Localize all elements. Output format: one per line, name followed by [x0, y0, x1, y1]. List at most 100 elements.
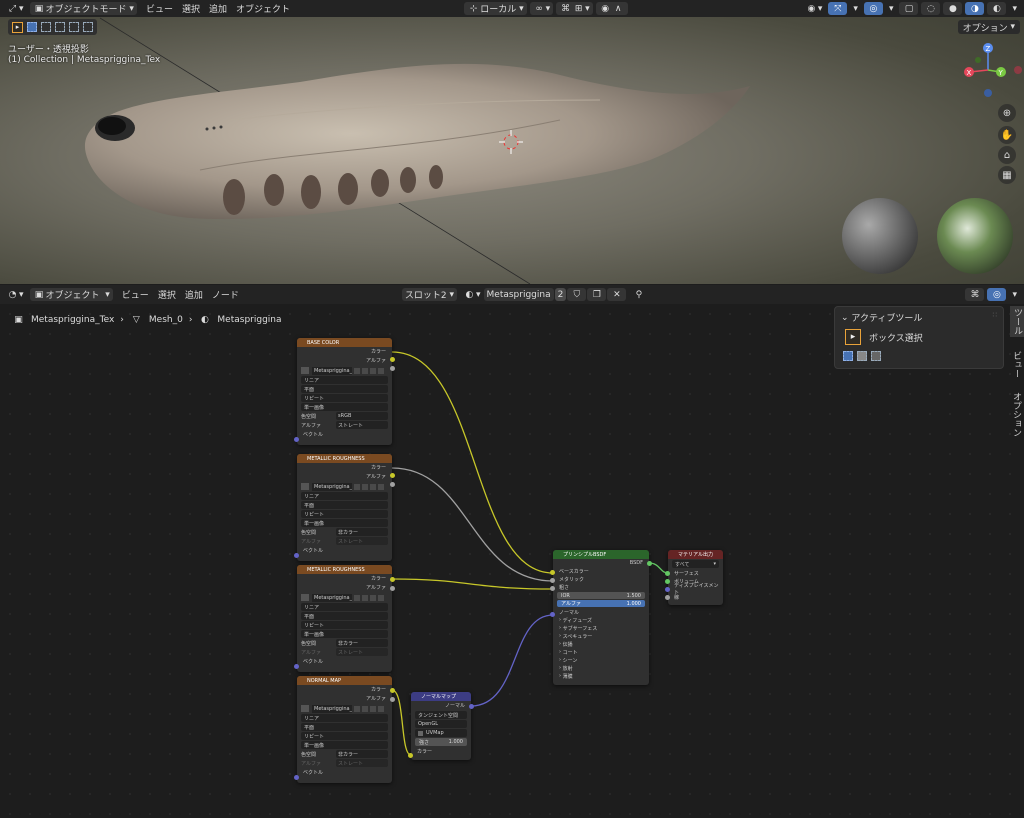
breadcrumb-object[interactable]: Metaspriggina_Tex	[31, 315, 114, 325]
alpha-slider[interactable]: アルファ 1.000	[557, 600, 645, 607]
socket-normal-out[interactable]	[469, 704, 474, 709]
ne-menu-view[interactable]: ビュー	[122, 288, 149, 301]
folder-icon[interactable]	[370, 483, 376, 490]
tab-tool[interactable]: ツール	[1010, 306, 1024, 337]
shading-wireframe[interactable]: ◌	[921, 2, 941, 15]
tab-view[interactable]: ビュー	[1010, 351, 1023, 378]
node-metallic-roughness-1[interactable]: METALLIC ROUGHNESS カラー アルファ Metaspriggin…	[294, 454, 395, 561]
tool-row[interactable]: ▸ ボックス選択	[843, 329, 923, 345]
interpolation-dropdown[interactable]: リニア	[301, 492, 388, 500]
socket-alpha-out[interactable]	[390, 366, 395, 371]
hand-icon[interactable]: ✋	[998, 126, 1016, 144]
duplicate-icon[interactable]	[362, 594, 368, 601]
projection-dropdown[interactable]: 平面	[301, 385, 388, 393]
node-base-color[interactable]: BASE COLOR カラー アルファ Metaspriggina_... リニ…	[294, 338, 395, 445]
space-dropdown[interactable]: タンジェント空間	[415, 711, 467, 719]
socket-volume-in[interactable]	[665, 579, 670, 584]
editor-type-button[interactable]: ⤢ ▾	[3, 2, 27, 15]
select-new-icon[interactable]	[27, 22, 37, 32]
panel-subsurface[interactable]: › サブサーフェス	[553, 624, 649, 632]
source-dropdown[interactable]: 単一画像	[301, 741, 388, 749]
node-header[interactable]: ノーマルマップ	[411, 692, 471, 701]
duplicate-icon[interactable]	[362, 367, 368, 374]
projection-dropdown[interactable]: 平面	[301, 501, 388, 509]
socket-displacement-in[interactable]	[665, 587, 670, 592]
socket-vector-in[interactable]	[294, 664, 299, 669]
snap-toggle-nodes[interactable]: ⌘	[965, 288, 985, 301]
menu-view[interactable]: ビュー	[146, 2, 173, 15]
node-header[interactable]: NORMAL MAP	[297, 676, 392, 685]
folder-icon[interactable]	[370, 367, 376, 374]
socket-color-out[interactable]	[390, 473, 395, 478]
socket-alpha-out[interactable]	[390, 586, 395, 591]
socket-vector-in[interactable]	[294, 553, 299, 558]
ne-menu-node[interactable]: ノード	[212, 288, 239, 301]
panel-diffuse[interactable]: › ディフューズ	[553, 616, 649, 624]
select-intersect-icon[interactable]	[83, 22, 93, 32]
close-icon[interactable]	[378, 594, 384, 601]
colorspace-dropdown[interactable]: 非カラー	[336, 639, 388, 647]
slot-dropdown[interactable]: スロット2 ▾	[401, 288, 457, 301]
convention-dropdown[interactable]: OpenGL	[415, 720, 467, 728]
node-metallic-roughness-2[interactable]: METALLIC ROUGHNESS カラー アルファ Metaspriggin…	[294, 565, 395, 672]
node-header[interactable]: METALLIC ROUGHNESS	[297, 454, 392, 463]
image-selector[interactable]: Metaspriggina_...	[301, 593, 388, 602]
node-header[interactable]: プリンシプルBSDF	[553, 550, 649, 559]
unlink-button[interactable]: ✕	[607, 288, 627, 301]
3d-viewport[interactable]: Z Y X ⤢ ▾ ▣ オブジェクトモード ▾ ビュー 選択 追加 オブジェクト ⊹…	[0, 0, 1024, 284]
select-subtract-icon[interactable]	[55, 22, 65, 32]
object-dropdown[interactable]: ▣ オブジェクト ▾	[29, 288, 113, 301]
shading-solid[interactable]: ●	[943, 2, 963, 15]
node-header[interactable]: METALLIC ROUGHNESS	[297, 565, 392, 574]
uv-map-field[interactable]: UVMap	[415, 729, 467, 737]
socket-color-out[interactable]	[390, 577, 395, 582]
socket-vector-in[interactable]	[294, 775, 299, 780]
shading-material[interactable]: ◑	[965, 2, 985, 15]
select-subtract-icon[interactable]	[871, 351, 881, 361]
select-extend-icon[interactable]	[857, 351, 867, 361]
node-header[interactable]: マテリアル出力	[668, 550, 723, 559]
transform-orientation-dropdown[interactable]: ⊹ ローカル ▾	[464, 2, 527, 15]
menu-add[interactable]: 追加	[209, 2, 227, 15]
alpha-dropdown[interactable]: ストレート	[336, 648, 388, 656]
image-selector[interactable]: Metaspriggina_...	[301, 704, 388, 713]
ne-menu-select[interactable]: 選択	[158, 288, 176, 301]
socket-normal-in[interactable]	[550, 612, 555, 617]
close-icon[interactable]	[378, 483, 384, 490]
socket-metallic-in[interactable]	[550, 578, 555, 583]
select-new-icon[interactable]	[843, 351, 853, 361]
menu-select[interactable]: 選択	[182, 2, 200, 15]
gizmo-dropdown[interactable]: ▾	[850, 2, 861, 15]
colorspace-dropdown[interactable]: 非カラー	[336, 750, 388, 758]
panel-transmission[interactable]: › 伝播	[553, 640, 649, 648]
xray-toggle[interactable]: ▢	[899, 2, 919, 15]
editor-type-button-nodes[interactable]: ◔ ▾	[3, 288, 27, 301]
socket-color-out[interactable]	[390, 688, 395, 693]
mode-dropdown[interactable]: ▣ オブジェクトモード ▾	[29, 2, 137, 15]
proportional-edit-button[interactable]: ◉ ∧	[595, 2, 628, 15]
panel-sheen[interactable]: › シーン	[553, 656, 649, 664]
shield-icon[interactable]	[354, 594, 360, 601]
close-icon[interactable]	[378, 705, 384, 712]
duplicate-icon[interactable]	[362, 705, 368, 712]
user-count[interactable]: 2	[554, 288, 567, 301]
panel-specular[interactable]: › スペキュラー	[553, 632, 649, 640]
socket-base-color-in[interactable]	[550, 570, 555, 575]
tab-options[interactable]: オプション	[1010, 392, 1023, 437]
alpha-dropdown[interactable]: ストレート	[336, 421, 388, 429]
projection-dropdown[interactable]: 平面	[301, 723, 388, 731]
panel-thin-film[interactable]: › 薄膜	[553, 672, 649, 680]
shield-icon[interactable]	[354, 483, 360, 490]
visibility-button[interactable]: ◉ ▾	[802, 2, 826, 15]
overlay-dropdown-nodes[interactable]: ▾	[1009, 288, 1020, 301]
zoom-icon[interactable]: ⊕	[998, 104, 1016, 122]
socket-bsdf-out[interactable]	[647, 561, 652, 566]
node-normal-map-texture[interactable]: NORMAL MAP カラー アルファ Metaspriggina_... リニ…	[294, 676, 395, 783]
drag-handle-icon[interactable]: ∷	[993, 311, 997, 319]
pivot-dropdown[interactable]: ∞ ▾	[529, 2, 554, 15]
shield-icon[interactable]	[354, 705, 360, 712]
duplicate-icon[interactable]	[362, 483, 368, 490]
snap-dropdown[interactable]: ⌘ ⊞ ▾	[556, 2, 593, 15]
shield-icon[interactable]	[354, 367, 360, 374]
select-invert-icon[interactable]	[69, 22, 79, 32]
